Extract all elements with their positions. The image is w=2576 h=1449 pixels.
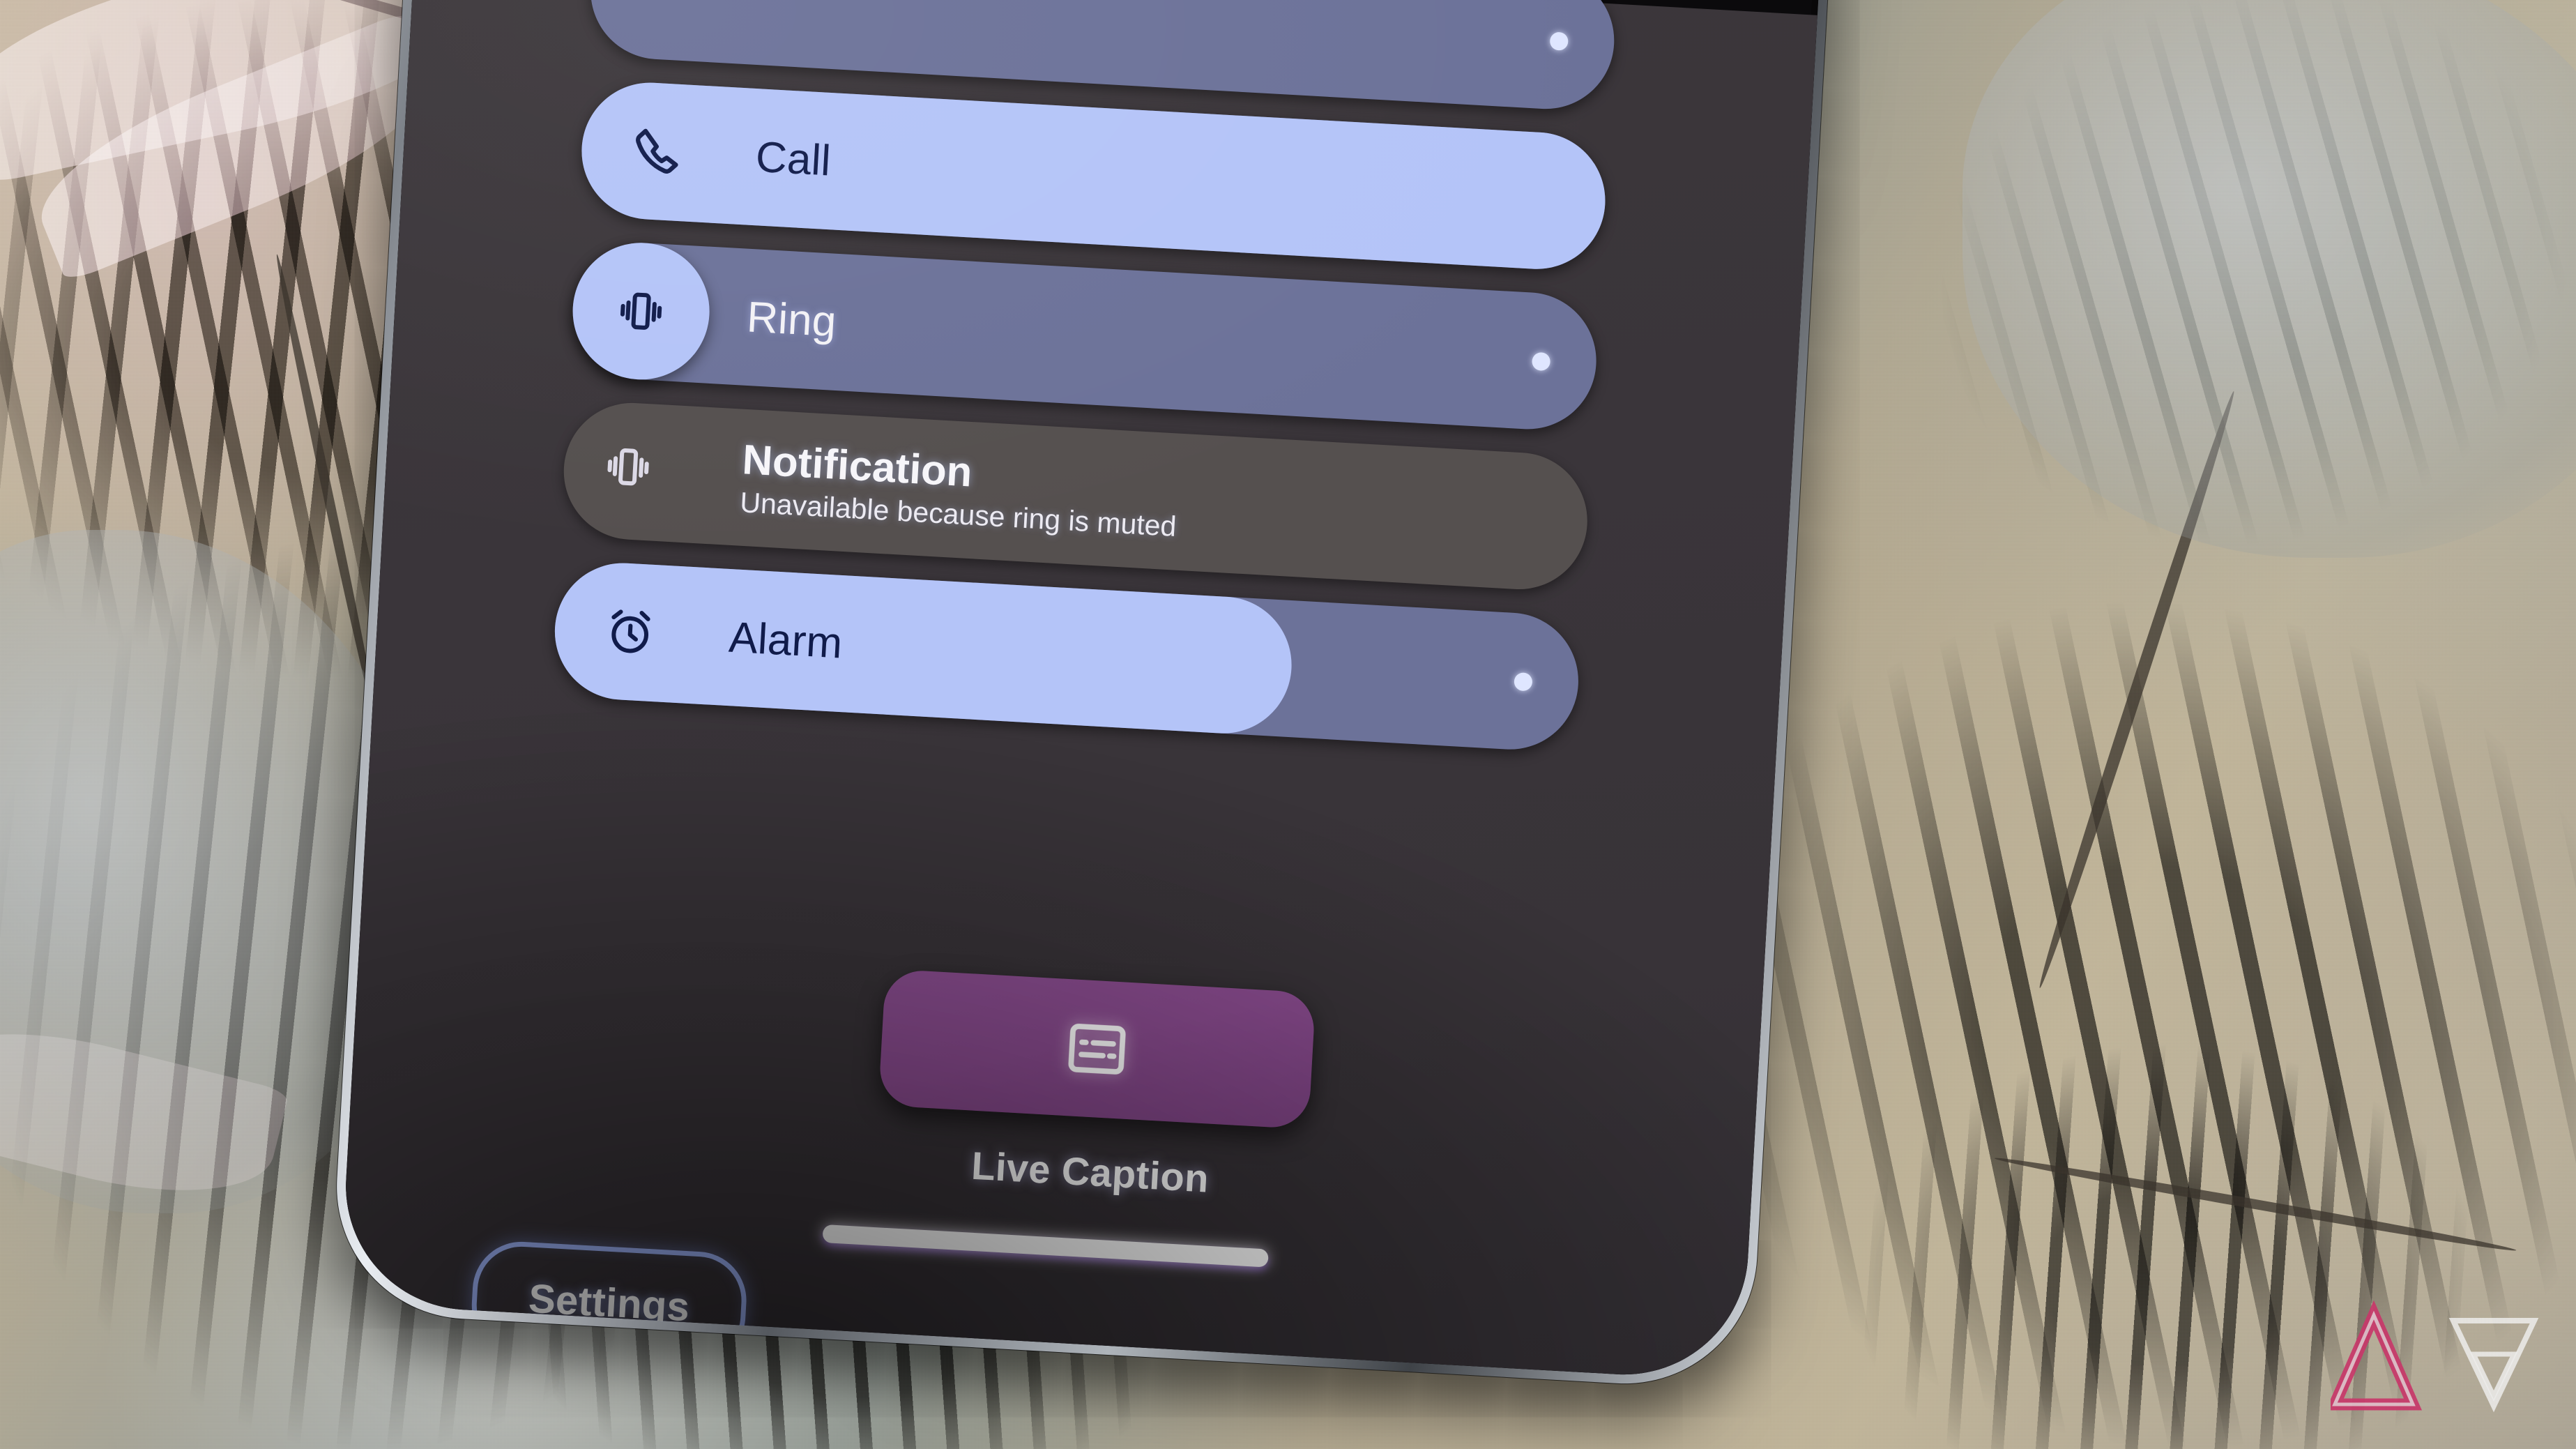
volume-slider-list: Call Ring Notification Unavailable becau…	[550, 0, 1618, 777]
android-police-logo	[2331, 1300, 2540, 1425]
alarm-clock-icon	[601, 602, 660, 661]
volume-slider-media-partial[interactable]	[586, 0, 1618, 113]
slider-level-dot	[1514, 672, 1533, 692]
phone-device: Call Ring Notification Unavailable becau…	[329, 0, 1874, 1391]
volume-slider-ring[interactable]: Ring	[569, 238, 1600, 433]
phone-icon	[627, 122, 686, 181]
slider-track[interactable]	[569, 238, 1600, 433]
slider-track	[560, 399, 1592, 593]
slider-label-notification: Notification	[741, 436, 974, 496]
live-caption-label: Live Caption	[970, 1143, 1210, 1201]
slider-track[interactable]	[586, 0, 1618, 113]
live-caption-block: Live Caption	[866, 969, 1323, 1207]
slider-fill	[551, 559, 1296, 738]
slider-track[interactable]	[578, 79, 1609, 273]
phone-screen: Call Ring Notification Unavailable becau…	[339, 0, 1864, 1381]
volume-slider-alarm[interactable]: Alarm	[551, 559, 1583, 754]
phone-metal-frame: Call Ring Notification Unavailable becau…	[329, 0, 1874, 1391]
live-caption-toggle[interactable]	[878, 969, 1316, 1130]
closed-caption-icon	[1061, 1013, 1133, 1085]
vibrate-icon	[611, 282, 670, 340]
slider-label-ring: Ring	[745, 293, 838, 347]
home-gesture-bar[interactable]	[822, 1224, 1269, 1268]
slider-fill	[578, 79, 1609, 273]
slider-sublabel-notification: Unavailable because ring is muted	[739, 485, 1178, 543]
slider-level-dot	[1531, 351, 1551, 372]
volume-slider-notification: Notification Unavailable because ring is…	[560, 399, 1592, 593]
vibrate-icon	[599, 437, 657, 496]
slider-thumb-knob[interactable]	[569, 238, 713, 384]
slider-label-alarm: Alarm	[727, 613, 844, 668]
volume-panel: Call Ring Notification Unavailable becau…	[339, 0, 1817, 1381]
slider-track[interactable]	[551, 559, 1583, 754]
slider-level-dot	[1549, 31, 1569, 51]
slider-label-block-notification: Notification Unavailable because ring is…	[739, 436, 1180, 543]
volume-slider-call[interactable]: Call	[578, 79, 1609, 273]
slider-label-call: Call	[754, 132, 832, 185]
